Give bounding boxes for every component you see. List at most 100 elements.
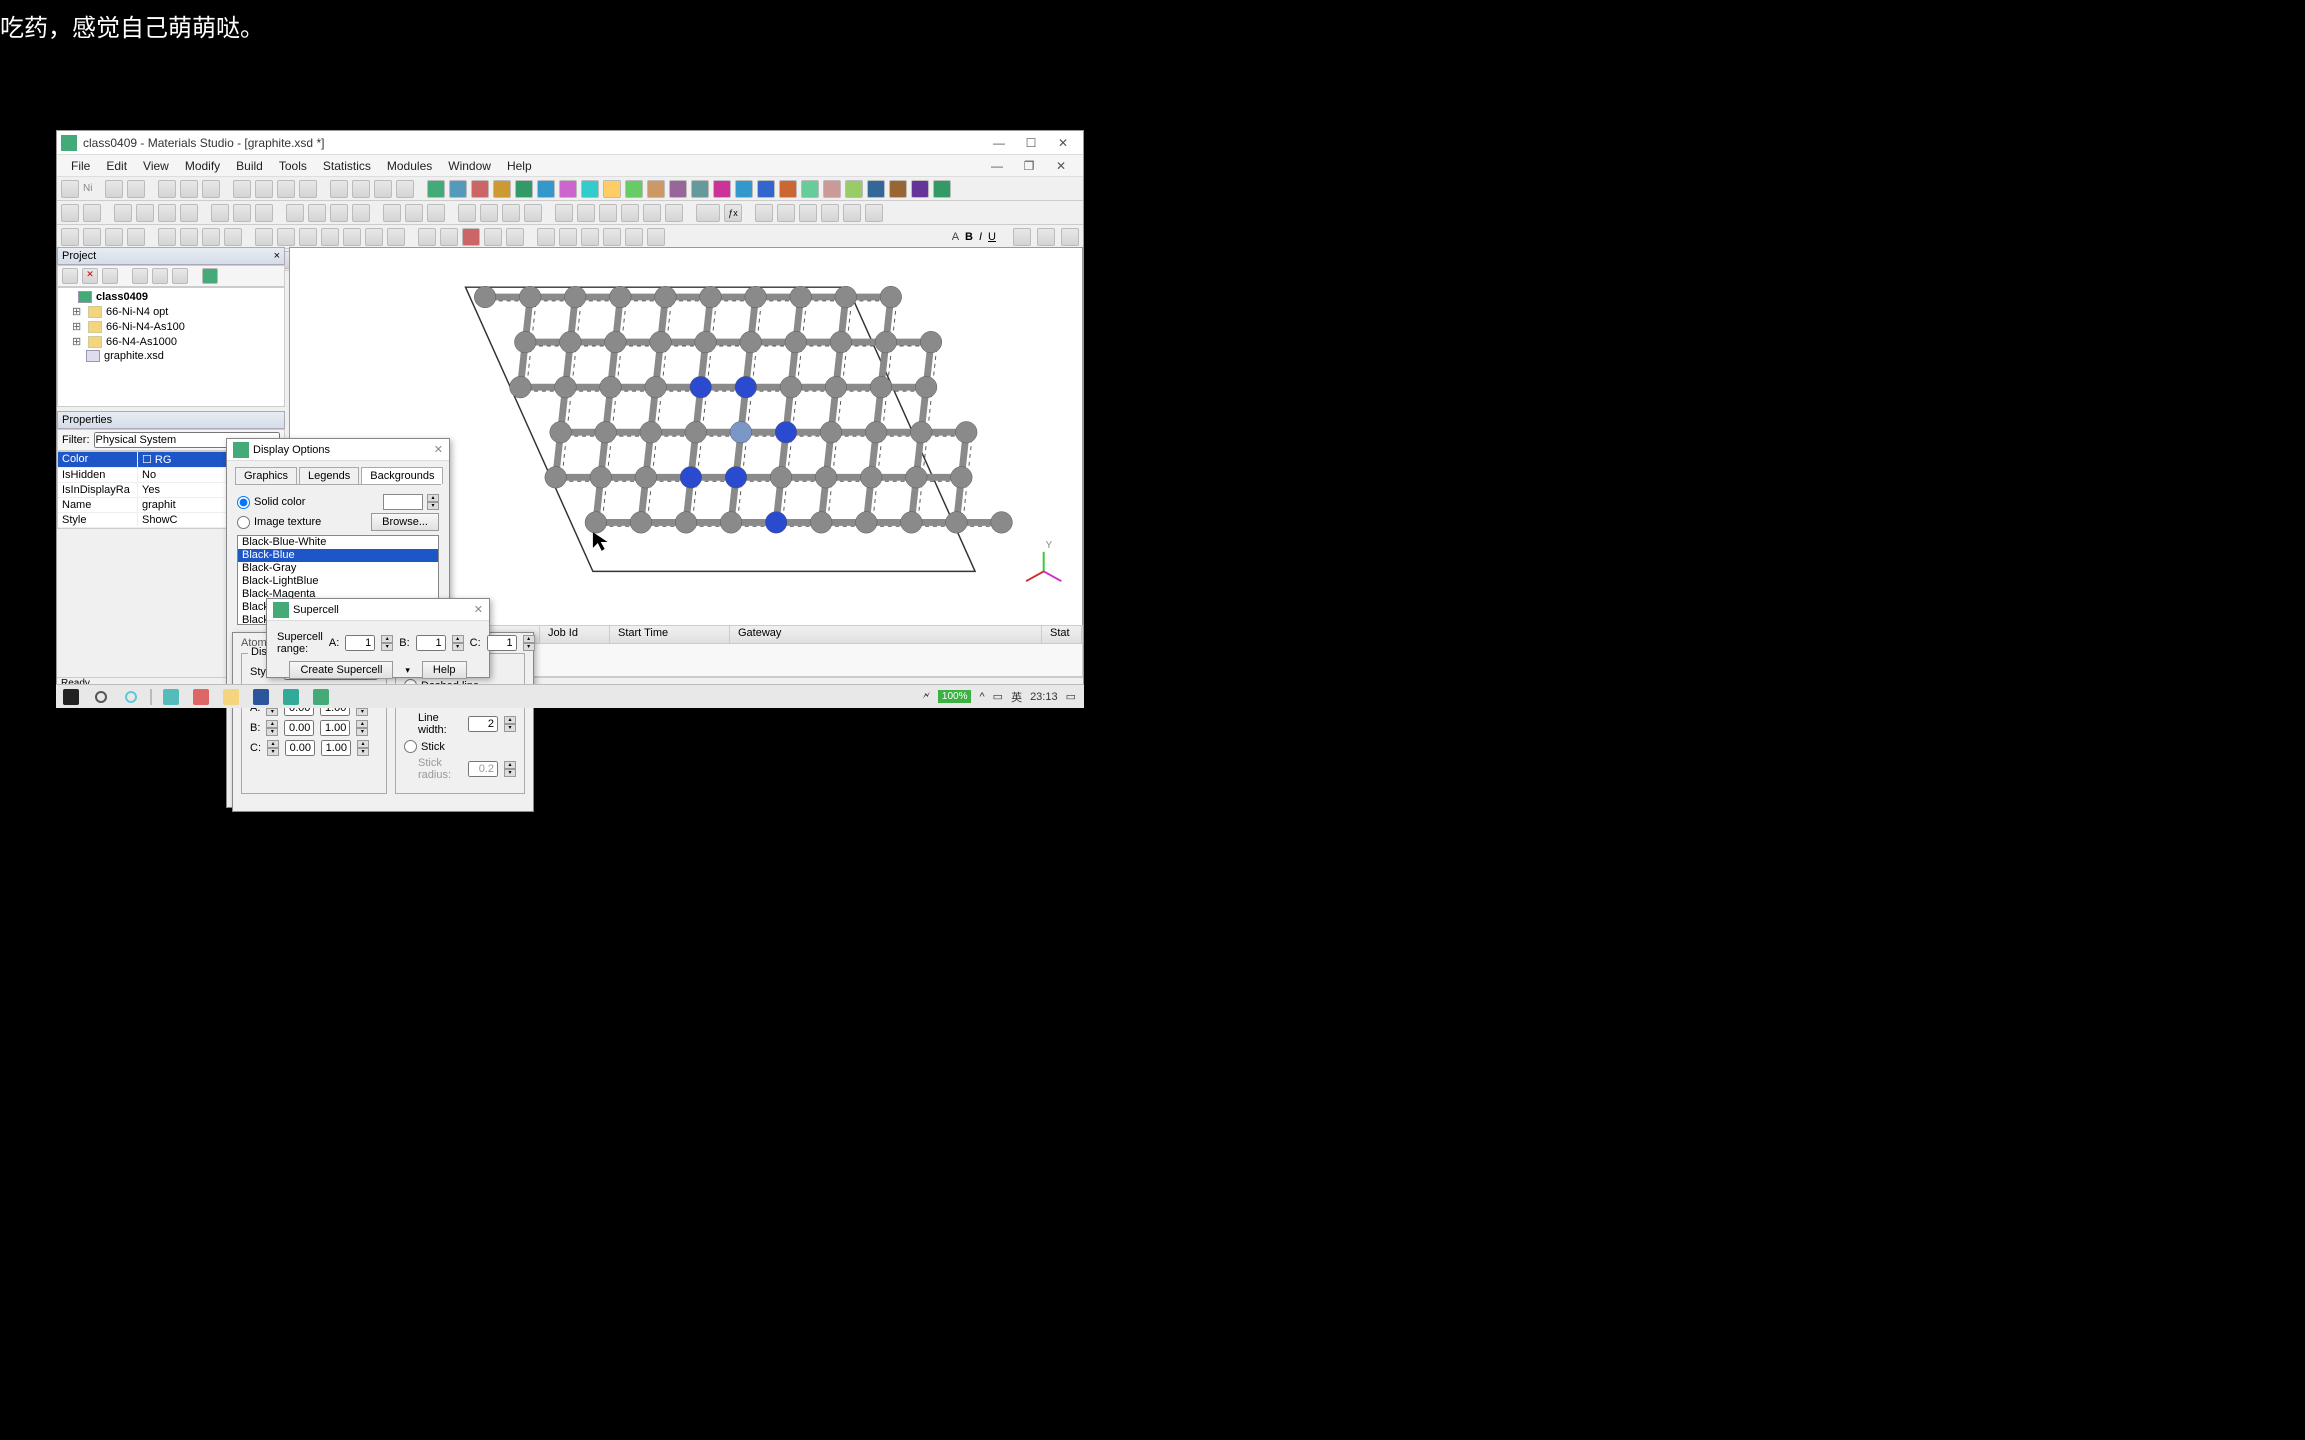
toolbar-button[interactable] bbox=[625, 228, 643, 246]
toolbar-button[interactable] bbox=[343, 228, 361, 246]
project-close-icon[interactable]: × bbox=[274, 250, 280, 262]
undo-button[interactable] bbox=[286, 204, 304, 222]
tab-graphics[interactable]: Graphics bbox=[235, 467, 297, 484]
toolbar-button[interactable] bbox=[396, 180, 414, 198]
toolbar-button[interactable] bbox=[255, 228, 273, 246]
browse-button[interactable]: Browse... bbox=[371, 513, 439, 531]
minimize-button[interactable]: — bbox=[983, 133, 1015, 153]
toolbar-button[interactable] bbox=[696, 204, 720, 222]
toolbar-button[interactable] bbox=[83, 204, 101, 222]
zoom-button[interactable] bbox=[777, 204, 795, 222]
toolbar-button[interactable] bbox=[537, 228, 555, 246]
toolbar-button[interactable] bbox=[665, 204, 683, 222]
toolbar-button[interactable] bbox=[462, 228, 480, 246]
display-options-close-button[interactable]: ✕ bbox=[434, 443, 443, 456]
ime-indicator[interactable]: 英 bbox=[1011, 689, 1022, 705]
new-button[interactable] bbox=[114, 204, 132, 222]
toolbar-button[interactable] bbox=[255, 180, 273, 198]
doc-minimize-button[interactable]: — bbox=[981, 156, 1013, 176]
toolbar-button[interactable] bbox=[555, 204, 573, 222]
save-button[interactable] bbox=[158, 204, 176, 222]
project-tree[interactable]: class0409 ⊞66-Ni-N4 opt ⊞66-Ni-N4-As100 … bbox=[57, 287, 285, 407]
b-max-spin[interactable]: ▴▾ bbox=[356, 720, 368, 736]
toolbar-button[interactable] bbox=[933, 180, 951, 198]
paste-button[interactable] bbox=[255, 204, 273, 222]
supercell-close-button[interactable]: ✕ bbox=[474, 603, 483, 616]
menu-view[interactable]: View bbox=[135, 157, 177, 175]
toolbar-button[interactable] bbox=[691, 180, 709, 198]
toolbar-button[interactable] bbox=[202, 180, 220, 198]
toolbar-button[interactable] bbox=[843, 204, 861, 222]
menu-tools[interactable]: Tools bbox=[271, 157, 315, 175]
toolbar-button[interactable] bbox=[821, 204, 839, 222]
sc-c-input[interactable] bbox=[487, 635, 517, 651]
toolbar-button[interactable] bbox=[735, 180, 753, 198]
stick-radius-spin[interactable]: ▴▾ bbox=[504, 761, 516, 777]
redo-button[interactable] bbox=[308, 204, 326, 222]
toolbar-button[interactable] bbox=[480, 204, 498, 222]
toolbar-button[interactable] bbox=[458, 204, 476, 222]
align-left-button[interactable] bbox=[1013, 228, 1031, 246]
toolbar-button[interactable] bbox=[61, 228, 79, 246]
tree-item[interactable]: ⊞66-Ni-N4-As100 bbox=[60, 319, 282, 334]
menu-window[interactable]: Window bbox=[440, 157, 499, 175]
toolbar-button[interactable] bbox=[83, 228, 101, 246]
swatch-spinner[interactable]: ▴▾ bbox=[427, 494, 439, 510]
image-texture-radio[interactable] bbox=[237, 516, 250, 529]
supercell-help-button[interactable]: Help bbox=[422, 661, 467, 679]
toolbar-button[interactable] bbox=[127, 180, 145, 198]
doc-close-button[interactable]: ✕ bbox=[1045, 156, 1077, 176]
copy-button[interactable] bbox=[233, 204, 251, 222]
proj-button[interactable] bbox=[102, 268, 118, 284]
toolbar-button[interactable] bbox=[180, 228, 198, 246]
toolbar-button[interactable] bbox=[158, 228, 176, 246]
tree-root[interactable]: class0409 bbox=[60, 290, 282, 304]
c-max-spin[interactable]: ▴▾ bbox=[357, 740, 369, 756]
toolbar-button[interactable] bbox=[524, 204, 542, 222]
network-icon[interactable]: ▭ bbox=[993, 690, 1003, 703]
menu-modules[interactable]: Modules bbox=[379, 157, 440, 175]
start-button[interactable] bbox=[56, 686, 86, 708]
close-button[interactable]: ✕ bbox=[1047, 133, 1079, 153]
toolbar-button[interactable] bbox=[669, 180, 687, 198]
toolbar-button[interactable] bbox=[577, 204, 595, 222]
jobs-col-jobid[interactable]: Job Id bbox=[540, 626, 610, 643]
toolbar-button[interactable] bbox=[127, 228, 145, 246]
menu-statistics[interactable]: Statistics bbox=[315, 157, 379, 175]
menu-file[interactable]: File bbox=[63, 157, 98, 175]
stick-radius-input[interactable] bbox=[468, 761, 498, 777]
notification-icon[interactable]: ▭ bbox=[1066, 690, 1076, 703]
create-supercell-button[interactable]: Create Supercell bbox=[289, 661, 393, 679]
toolbar-button[interactable] bbox=[621, 204, 639, 222]
jobs-col-gateway[interactable]: Gateway bbox=[730, 626, 1042, 643]
sc-c-spin[interactable]: ▴▾ bbox=[523, 635, 535, 651]
toolbar-button[interactable] bbox=[911, 180, 929, 198]
menu-edit[interactable]: Edit bbox=[98, 157, 135, 175]
toolbar-button[interactable] bbox=[713, 180, 731, 198]
color-swatch[interactable] bbox=[383, 494, 423, 510]
tree-item[interactable]: graphite.xsd bbox=[60, 349, 282, 363]
toolbar-button[interactable] bbox=[537, 180, 555, 198]
proj-new-button[interactable] bbox=[62, 268, 78, 284]
clock[interactable]: 23:13 bbox=[1030, 691, 1058, 703]
toolbar-button[interactable] bbox=[506, 228, 524, 246]
menu-help[interactable]: Help bbox=[499, 157, 540, 175]
toolbar-button[interactable] bbox=[449, 180, 467, 198]
toolbar-button[interactable] bbox=[352, 204, 370, 222]
align-right-button[interactable] bbox=[1061, 228, 1079, 246]
taskbar-app-explorer[interactable] bbox=[216, 686, 246, 708]
toolbar-button[interactable] bbox=[559, 180, 577, 198]
toolbar-button[interactable] bbox=[405, 204, 423, 222]
toolbar-button[interactable] bbox=[61, 204, 79, 222]
toolbar-button[interactable] bbox=[365, 228, 383, 246]
line-width-spin[interactable]: ▴▾ bbox=[504, 716, 516, 732]
toolbar-button[interactable] bbox=[277, 228, 295, 246]
toolbar-button[interactable] bbox=[823, 180, 841, 198]
toolbar-button[interactable] bbox=[867, 180, 885, 198]
toolbar-button[interactable] bbox=[581, 180, 599, 198]
cut-button[interactable] bbox=[211, 204, 229, 222]
b-min-input[interactable] bbox=[284, 720, 314, 736]
c-min-input[interactable] bbox=[285, 740, 315, 756]
toolbar-button[interactable] bbox=[799, 204, 817, 222]
jobs-col-status[interactable]: Stat bbox=[1042, 626, 1082, 643]
